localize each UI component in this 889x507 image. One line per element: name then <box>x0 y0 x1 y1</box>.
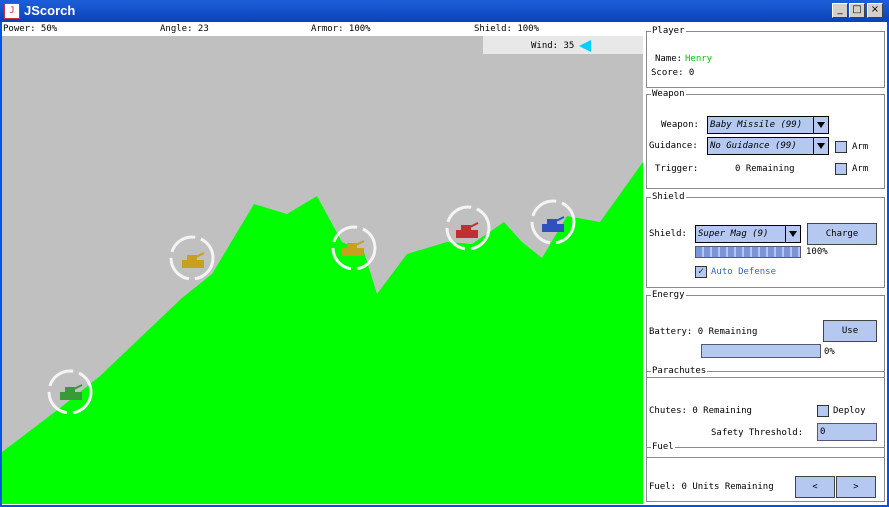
fuel-legend: Fuel <box>652 442 674 452</box>
fuel-group: Fuel Fuel: 0 Units Remaining < > <box>646 442 885 502</box>
shield-select-value: Super Mag (9) <box>698 229 769 239</box>
guidance-label: Guidance: <box>649 141 698 151</box>
guidance-arm-checkbox[interactable] <box>835 141 847 153</box>
guidance-arm-label: Arm <box>852 142 869 152</box>
close-button[interactable]: × <box>867 3 883 18</box>
deploy-checkbox[interactable] <box>817 405 829 417</box>
weapon-group: Weapon Weapon: Baby Missile (99) Guidanc… <box>646 89 885 189</box>
energy-group: Energy Battery: 0 Remaining Use 0% <box>646 290 885 378</box>
chutes-label: Chutes: 0 Remaining <box>649 406 752 416</box>
charge-button[interactable]: Charge <box>807 223 877 245</box>
weapon-select-value: Baby Missile (99) <box>710 120 803 130</box>
safety-threshold-field[interactable]: 0 <box>817 423 877 441</box>
control-panel: Player Name: Henry Score: 0 Weapon Weapo… <box>643 22 887 505</box>
battery-label: Battery: 0 Remaining <box>649 327 758 337</box>
armor-readout: Armor: 100% <box>311 24 371 34</box>
guidance-select-value: No Guidance (99) <box>710 141 797 151</box>
maximize-button[interactable]: □ <box>849 3 865 18</box>
parachutes-legend: Parachutes <box>652 366 707 376</box>
tank-yellow-left[interactable] <box>169 235 215 281</box>
safety-threshold-label: Safety Threshold: <box>711 428 804 438</box>
shield-percent: 100% <box>806 247 828 257</box>
player-name: Henry <box>685 54 713 64</box>
trigger-arm-label: Arm <box>852 164 869 174</box>
tank-red[interactable] <box>445 205 491 251</box>
shield-readout: Shield: 100% <box>474 24 540 34</box>
trigger-label: Trigger: <box>655 164 699 174</box>
trigger-value: 0 Remaining <box>735 164 795 174</box>
use-button[interactable]: Use <box>823 320 877 342</box>
shield-select[interactable]: Super Mag (9) <box>695 225 801 243</box>
shield-legend: Shield <box>652 192 685 202</box>
energy-percent: 0% <box>824 347 835 357</box>
energy-level-bar <box>701 344 821 358</box>
terrain <box>2 162 643 504</box>
wind-indicator: Wind: 35 <box>483 36 643 54</box>
app-icon: J <box>4 3 20 19</box>
weapon-legend: Weapon <box>652 89 685 99</box>
guidance-select[interactable]: No Guidance (99) <box>707 137 829 155</box>
status-bar: Power: 50% Angle: 23 Armor: 100% Shield:… <box>2 22 643 36</box>
chevron-down-icon[interactable] <box>785 226 800 242</box>
chevron-down-icon[interactable] <box>813 117 828 133</box>
power-readout: Power: 50% <box>3 24 58 34</box>
energy-legend: Energy <box>652 290 685 300</box>
fuel-label: Fuel: 0 Units Remaining <box>649 482 774 492</box>
angle-readout: Angle: 23 <box>160 24 209 34</box>
battlefield-canvas[interactable] <box>2 36 643 504</box>
score-label: Score: 0 <box>651 68 695 78</box>
client-area: Power: 50% Angle: 23 Armor: 100% Shield:… <box>2 22 887 505</box>
app-window: J JScorch _ □ × Power: 50% Angle: 23 Arm… <box>0 0 889 507</box>
window-title: JScorch <box>24 3 76 18</box>
shield-group: Shield Shield: Super Mag (9) Charge 100%… <box>646 192 885 288</box>
chevron-down-icon[interactable] <box>813 138 828 154</box>
wind-arrow-icon <box>579 40 591 52</box>
wind-readout: Wind: 35 <box>531 41 575 51</box>
minimize-button[interactable]: _ <box>832 3 848 18</box>
shield-label: Shield: <box>649 229 687 239</box>
battlefield[interactable] <box>2 36 643 504</box>
weapon-label: Weapon: <box>661 120 699 130</box>
auto-defense-checkbox[interactable]: ✓ <box>695 266 707 278</box>
auto-defense-label: Auto Defense <box>711 267 777 277</box>
weapon-select[interactable]: Baby Missile (99) <box>707 116 829 134</box>
shield-level-bar <box>695 246 801 258</box>
name-label: Name: <box>655 54 683 64</box>
player-legend: Player <box>652 26 685 36</box>
trigger-arm-checkbox[interactable] <box>835 163 847 175</box>
fuel-left-button[interactable]: < <box>795 476 835 498</box>
title-bar[interactable]: J JScorch _ □ × <box>0 0 889 22</box>
player-group: Player Name: Henry Score: 0 <box>646 26 885 88</box>
fuel-right-button[interactable]: > <box>836 476 876 498</box>
deploy-label: Deploy <box>833 406 866 416</box>
